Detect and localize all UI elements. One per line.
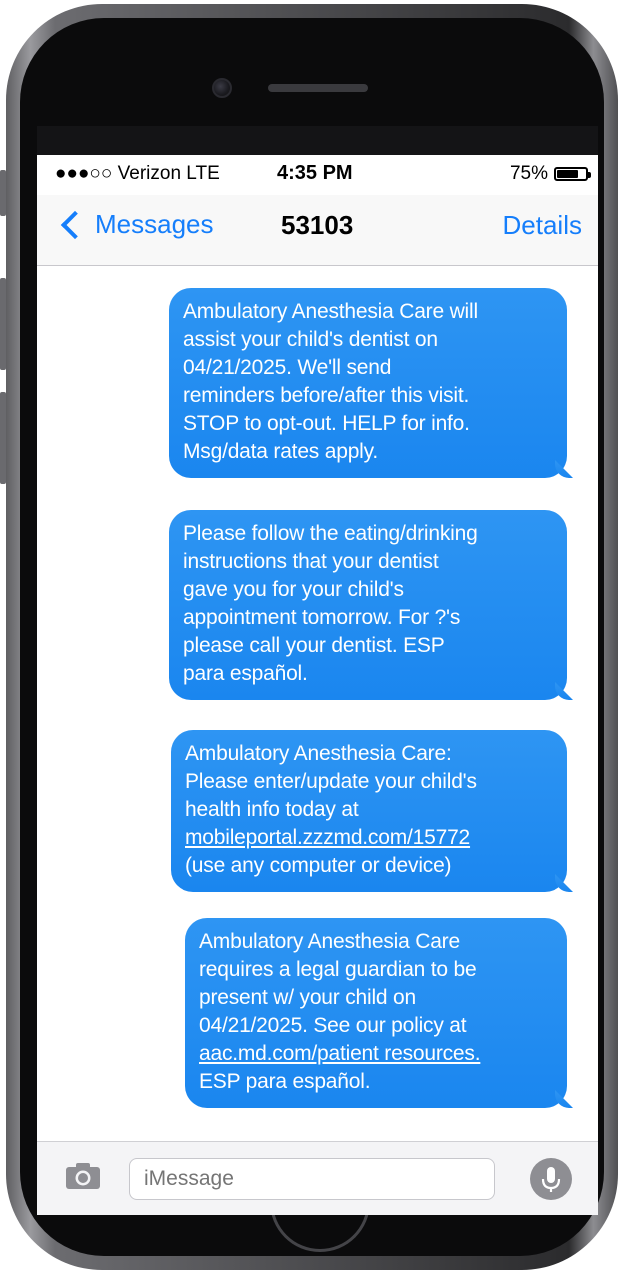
screen-top-band [37, 126, 598, 155]
message-list[interactable]: Ambulatory Anesthesia Care will assist y… [37, 266, 598, 1141]
message-line: Ambulatory Anesthesia Care will [183, 300, 478, 323]
message-line: appointment tomorrow. For ?'s [183, 606, 461, 629]
message-line: health info today at [185, 798, 359, 821]
phone-screen: ●●●○○ Verizon LTE 4:35 PM 75% Messages 5… [37, 155, 598, 1215]
imessage-input[interactable] [129, 1158, 495, 1200]
status-time: 4:35 PM [277, 162, 353, 184]
battery-fill [557, 170, 578, 178]
message-line: STOP to opt-out. HELP for info. [183, 412, 470, 435]
message-line: 04/21/2025. We'll send [183, 356, 392, 379]
message-line: para español. [183, 662, 308, 685]
front-camera [212, 78, 232, 98]
message-line: Please enter/update your child's [185, 770, 477, 793]
details-button[interactable]: Details [503, 210, 582, 241]
message-bubble[interactable]: Ambulatory Anesthesia Care: Please enter… [171, 730, 567, 892]
policy-link[interactable]: aac.md.com/patient resources. [199, 1040, 555, 1068]
message-line: Please follow the eating/drinking [183, 522, 478, 545]
chevron-left-icon [60, 210, 90, 239]
carrier-signal: ●●●○○ Verizon LTE [55, 163, 220, 184]
earpiece-speaker [268, 84, 368, 92]
message-line: reminders before/after this visit. [183, 384, 470, 407]
back-label: Messages [95, 209, 214, 239]
message-line: requires a legal guardian to be [199, 958, 477, 981]
camera-icon[interactable] [65, 1162, 101, 1190]
message-line: instructions that your dentist [183, 550, 439, 573]
navigation-bar: Messages 53103 Details [37, 195, 598, 266]
message-line: ESP para español. [199, 1070, 371, 1093]
battery-tip [588, 172, 591, 178]
conversation-title: 53103 [281, 210, 354, 240]
compose-bar [37, 1141, 598, 1215]
message-line: present w/ your child on [199, 986, 416, 1009]
volume-down-button [0, 392, 6, 484]
message-bubble[interactable]: Ambulatory Anesthesia Care requires a le… [185, 918, 567, 1108]
message-line: Ambulatory Anesthesia Care [199, 930, 460, 953]
message-line: 04/21/2025. See our policy at [199, 1014, 467, 1037]
message-bubble[interactable]: Please follow the eating/drinking instru… [169, 510, 567, 700]
microphone-button[interactable] [530, 1158, 572, 1200]
microphone-icon [541, 1167, 561, 1192]
mute-switch [0, 170, 6, 216]
message-line: gave you for your child's [183, 578, 404, 601]
portal-link[interactable]: mobileportal.zzzmd.com/15772 [185, 824, 555, 852]
volume-up-button [0, 278, 6, 370]
back-button[interactable]: Messages [59, 209, 214, 240]
message-line: assist your child's dentist on [183, 328, 438, 351]
status-bar: ●●●○○ Verizon LTE 4:35 PM 75% [37, 155, 598, 191]
message-line: Msg/data rates apply. [183, 440, 379, 463]
battery-icon [554, 167, 591, 181]
battery-status: 75% [509, 163, 591, 185]
message-line: Ambulatory Anesthesia Care: [185, 742, 452, 765]
message-bubble[interactable]: Ambulatory Anesthesia Care will assist y… [169, 288, 567, 478]
battery-percent: 75% [509, 163, 548, 184]
message-line: please call your dentist. ESP [183, 634, 445, 657]
message-line: (use any computer or device) [185, 854, 452, 877]
